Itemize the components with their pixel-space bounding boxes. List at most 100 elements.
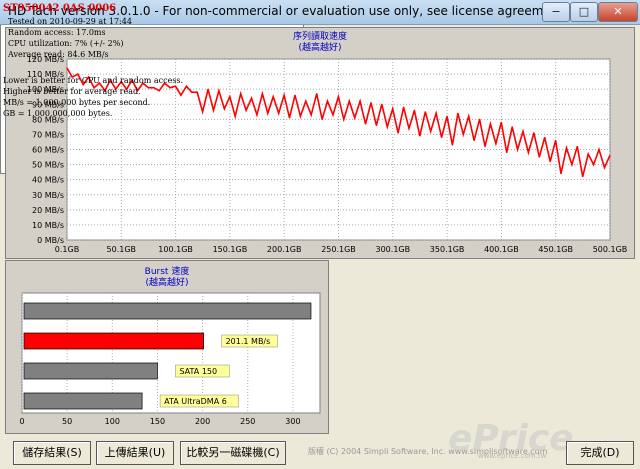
read-speed-point	[218, 90, 220, 92]
read-speed-point	[609, 154, 611, 157]
upload-results-button[interactable]: 上傳結果(U)	[96, 441, 174, 465]
read-speed-point	[511, 126, 513, 128]
read-y-tick: 30 MB/s	[32, 191, 64, 200]
read-speed-point	[603, 167, 606, 169]
read-x-tick: 200.1GB	[267, 245, 302, 254]
read-speed-point	[191, 91, 193, 93]
read-speed-point	[565, 147, 568, 149]
read-speed-point	[261, 93, 263, 95]
read-speed-point	[202, 111, 204, 113]
read-speed-point	[424, 111, 426, 113]
burst-bar-label: ATA UltraDMA 6	[164, 397, 227, 406]
read-speed-point	[364, 123, 367, 125]
burst-x-tick: 50	[62, 417, 72, 426]
read-speed-point	[185, 85, 187, 87]
read-speed-point	[408, 127, 410, 129]
read-speed-point	[593, 163, 595, 166]
random-access: Random access: 17.0ms	[8, 28, 106, 37]
read-y-tick: 40 MB/s	[32, 176, 64, 185]
read-speed-point	[582, 176, 584, 178]
read-speed-point	[283, 94, 285, 96]
read-speed-point	[440, 136, 443, 139]
burst-speed-panel: Burst 速度 (越高越好) 050100150200250300SCSI U…	[5, 260, 329, 434]
close-button[interactable]: ✕	[598, 2, 638, 22]
read-speed-point	[402, 106, 405, 108]
burst-bar-label: 201.1 MB/s	[226, 337, 271, 346]
tested-date: Tested on 2010-09-29 at 17:44	[8, 17, 132, 26]
read-y-tick: 20 MB/s	[32, 206, 64, 215]
sequential-read-panel: 序列讀取速度 (越高越好) 120 MB/s 110 MB/s 100 MB/s 90…	[5, 27, 635, 259]
read-speed-point	[180, 94, 182, 96]
read-speed-point	[587, 153, 589, 155]
read-x-tick: 150.1GB	[213, 245, 248, 254]
read-y-tick: 0 MB/s	[37, 236, 64, 245]
read-speed-point	[288, 117, 291, 119]
read-speed-point	[343, 118, 345, 120]
read-x-tick: 350.1GB	[430, 245, 465, 254]
read-x-tick: 100.1GB	[158, 245, 193, 254]
read-speed-point	[272, 96, 274, 98]
read-x-tick: 50.1GB	[107, 245, 137, 254]
read-speed-point	[392, 108, 394, 110]
read-speed-point	[598, 148, 600, 151]
read-speed-point	[538, 156, 540, 158]
sequential-read-chart: 120 MB/s110 MB/s100 MB/s90 MB/s80 MB/s70…	[27, 55, 627, 254]
read-speed-point	[158, 90, 160, 92]
read-speed-point	[153, 87, 155, 89]
read-x-tick: 250.1GB	[321, 245, 356, 254]
read-speed-point	[77, 73, 79, 75]
read-speed-point	[245, 109, 247, 111]
read-speed-point	[430, 130, 432, 132]
maximize-button[interactable]: □	[570, 2, 598, 22]
burst-x-tick: 100	[105, 417, 120, 426]
read-speed-point	[451, 144, 454, 146]
read-speed-point	[419, 135, 421, 137]
read-speed-point	[294, 94, 296, 96]
read-speed-point	[457, 112, 459, 114]
read-speed-point	[446, 115, 448, 117]
read-y-tick: 60 MB/s	[32, 146, 64, 155]
read-speed-point	[348, 100, 350, 102]
done-button[interactable]: 完成(D)	[566, 441, 634, 465]
read-speed-point	[337, 96, 339, 98]
minimize-button[interactable]: −	[542, 2, 570, 22]
read-speed-point	[229, 96, 231, 98]
read-speed-point	[462, 133, 464, 136]
read-speed-point	[174, 85, 177, 87]
eprice-watermark-url: www.eprice.com.tw	[478, 452, 547, 460]
read-speed-point	[506, 151, 508, 154]
save-results-button[interactable]: 儲存結果(S)	[13, 441, 91, 465]
note-gb: GB = 1,000,000,000 bytes.	[3, 109, 113, 118]
read-speed-point	[413, 109, 416, 111]
read-speed-point	[66, 67, 68, 69]
burst-bar	[23, 332, 204, 350]
read-speed-point	[234, 115, 236, 117]
burst-x-tick: 150	[150, 417, 165, 426]
read-speed-point	[522, 130, 524, 132]
read-speed-point	[359, 100, 361, 102]
read-speed-point	[310, 114, 312, 116]
read-speed-point	[321, 118, 323, 120]
read-speed-point	[516, 148, 519, 151]
read-speed-point	[354, 117, 356, 119]
read-speed-point	[435, 112, 437, 114]
burst-speed-chart: 050100150200250300SCSI Ultra320201.1 MB/…	[19, 292, 321, 426]
drive-model: ST950042 0AS 0006	[3, 3, 117, 14]
compare-drive-button[interactable]: 比較另一磁碟機(C)	[180, 441, 286, 465]
read-speed-point	[478, 118, 481, 120]
note-lower: Lower is better for CPU and random acces…	[3, 76, 184, 85]
read-speed-point	[207, 88, 209, 90]
read-y-tick: 10 MB/s	[32, 221, 64, 230]
cpu-utilization: CPU utilization: 7% (+/- 2%)	[8, 39, 124, 48]
burst-x-tick: 0	[19, 417, 24, 426]
read-speed-point	[489, 123, 492, 125]
read-speed-point	[495, 142, 497, 145]
read-speed-point	[212, 109, 215, 111]
read-speed-point	[381, 103, 383, 105]
burst-x-tick: 250	[240, 417, 255, 426]
read-speed-point	[571, 163, 573, 166]
read-speed-point	[196, 91, 198, 93]
read-x-tick: 300.1GB	[376, 245, 411, 254]
read-speed-point	[375, 124, 378, 126]
read-speed-point	[147, 87, 149, 89]
